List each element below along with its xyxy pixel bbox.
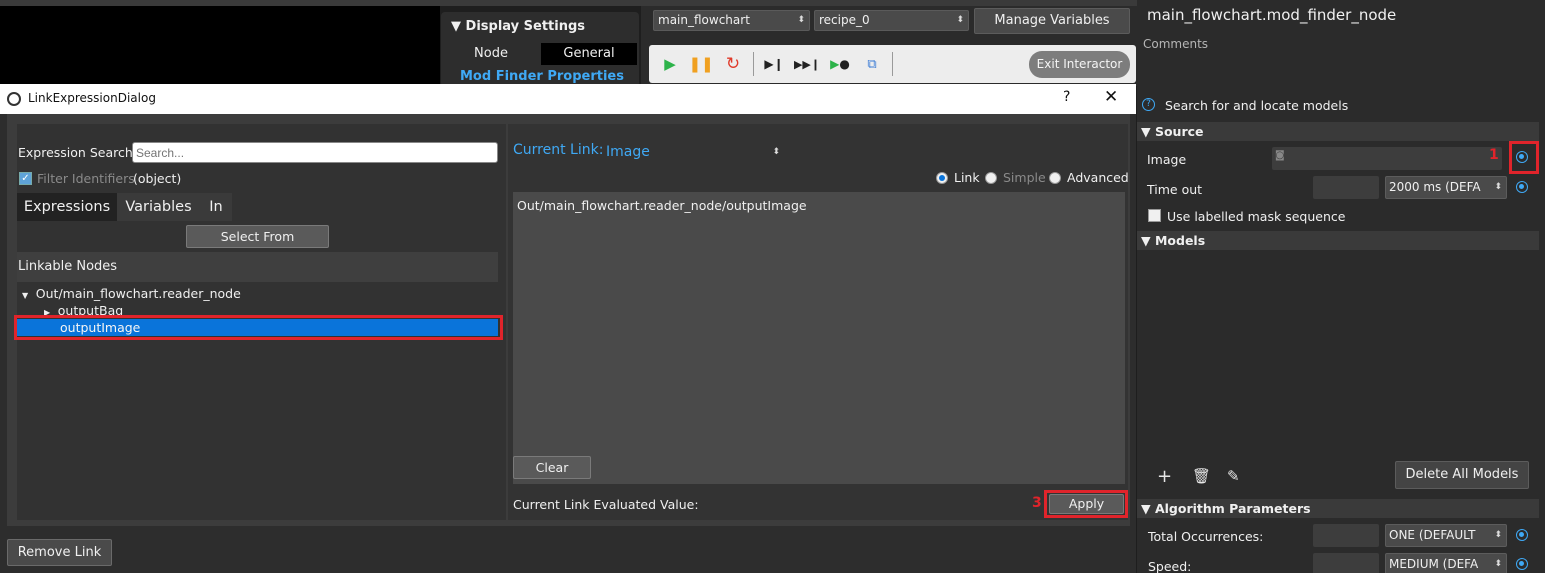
display-settings-title[interactable]: ▼ Display Settings <box>451 19 585 34</box>
display-settings-panel: ▼ Display Settings Node General Mod Find… <box>441 12 639 87</box>
mode-simple-radio[interactable] <box>985 172 997 184</box>
speed-input[interactable] <box>1313 553 1379 573</box>
flowchart-select[interactable]: main_flowchart ⬍ <box>653 10 810 31</box>
timeout-label: Time out <box>1147 182 1203 197</box>
collapse-arrow-icon: ▼ <box>1141 233 1155 248</box>
source-section-header[interactable]: ▼ Source <box>1137 122 1539 141</box>
close-icon[interactable]: ✕ <box>1104 87 1118 107</box>
tab-general[interactable]: General <box>541 43 637 65</box>
current-link-select[interactable]: Image ⬍ <box>606 141 786 163</box>
pause-icon[interactable]: ❚❚ <box>688 53 713 75</box>
link-icon[interactable] <box>1516 529 1528 541</box>
total-occurrences-label: Total Occurrences: <box>1148 529 1264 544</box>
step-into-icon[interactable]: ⧉ <box>861 53 883 75</box>
step-icon[interactable]: ▶❙ <box>763 53 785 75</box>
clear-button[interactable]: Clear <box>513 456 591 479</box>
updown-arrow-icon: ⬍ <box>1494 182 1502 192</box>
annotation-number: 3 <box>1032 495 1042 511</box>
mode-advanced-radio[interactable] <box>1049 172 1061 184</box>
dialog-titlebar[interactable]: LinkExpressionDialog ? ✕ <box>0 84 1136 114</box>
manage-variables-button[interactable]: Manage Variables <box>974 8 1130 34</box>
dialog-title: LinkExpressionDialog <box>28 91 156 105</box>
comments-label[interactable]: Comments <box>1143 37 1208 51</box>
occurrences-select[interactable]: ONE (DEFAULT ⬍ <box>1385 524 1507 547</box>
filter-type-label: (object) <box>133 171 182 186</box>
mode-link-radio[interactable] <box>936 172 948 184</box>
updown-arrow-icon: ⬍ <box>1494 530 1502 540</box>
mode-simple-label: Simple <box>1003 170 1046 185</box>
play-icon[interactable]: ▶ <box>659 53 681 75</box>
remove-link-button[interactable]: Remove Link <box>7 539 112 566</box>
filter-identifiers-checkbox[interactable]: ✓ <box>19 172 32 185</box>
updown-arrow-icon: ⬍ <box>772 147 780 157</box>
collapse-arrow-icon: ▼ <box>451 19 466 34</box>
highlight-box <box>14 315 503 340</box>
link-icon[interactable] <box>1516 181 1528 193</box>
updown-arrow-icon: ⬍ <box>797 15 805 25</box>
help-icon[interactable]: ? <box>1142 98 1155 111</box>
current-link-label: Current Link: <box>513 142 604 158</box>
fast-forward-icon[interactable]: ▶▶❙ <box>794 53 820 75</box>
delete-all-models-button[interactable]: Delete All Models <box>1395 461 1529 489</box>
camera-icon: ◙ <box>1275 150 1285 161</box>
mod-finder-properties-label: Mod Finder Properties <box>460 69 624 84</box>
linkable-nodes-header: Linkable Nodes <box>17 252 498 282</box>
help-button[interactable]: ? <box>1063 89 1070 105</box>
reset-icon[interactable]: ↻ <box>722 53 744 75</box>
select-from-flowchart-button[interactable]: Select From Flowchart... <box>186 225 329 265</box>
link-expression-dialog: LinkExpressionDialog ? ✕ Expression Sear… <box>0 84 1136 573</box>
annotation-number: 1 <box>1489 147 1499 163</box>
link-icon[interactable] <box>1516 151 1528 163</box>
filter-identifiers-label: Filter Identifiers <box>37 171 135 186</box>
app-icon <box>7 92 21 106</box>
speed-select[interactable]: MEDIUM (DEFA ⬍ <box>1385 553 1507 573</box>
timeout-input[interactable] <box>1313 176 1379 199</box>
image-label: Image <box>1147 152 1187 167</box>
tab-expressions[interactable]: Expressions <box>17 193 117 221</box>
occurrences-input[interactable] <box>1313 524 1379 547</box>
timeout-select[interactable]: 2000 ms (DEFA ⬍ <box>1385 176 1507 199</box>
collapse-arrow-icon: ▼ <box>1141 501 1155 516</box>
run-to-icon[interactable]: ▶ ● <box>829 53 851 75</box>
pencil-icon[interactable]: ✎ <box>1227 467 1240 485</box>
tree-item-reader-node[interactable]: ▼ Out/main_flowchart.reader_node <box>22 286 241 301</box>
add-icon[interactable]: + <box>1157 466 1172 487</box>
mode-link-label: Link <box>954 170 980 185</box>
node-title: main_flowchart.mod_finder_node <box>1147 6 1397 24</box>
tab-variables[interactable]: Variables <box>117 193 200 221</box>
labelled-mask-label: Use labelled mask sequence <box>1167 209 1346 224</box>
expression-search-input[interactable] <box>132 142 498 163</box>
expression-text: Out/main_flowchart.reader_node/outputIma… <box>517 198 807 213</box>
mode-advanced-label: Advanced <box>1067 170 1129 185</box>
tab-node[interactable]: Node <box>441 43 541 65</box>
expression-search-label: Expression Search: <box>18 145 137 160</box>
tab-in[interactable]: In <box>200 193 232 221</box>
image-field[interactable]: ◙ <box>1272 147 1502 170</box>
apply-button[interactable]: Apply <box>1049 494 1124 514</box>
models-section-header[interactable]: ▼ Models <box>1137 231 1539 250</box>
expand-arrow-icon[interactable]: ▼ <box>22 291 36 300</box>
canvas-area <box>0 6 440 86</box>
updown-arrow-icon: ⬍ <box>1494 559 1502 569</box>
evaluated-value-label: Current Link Evaluated Value: <box>513 497 699 512</box>
link-icon[interactable] <box>1516 558 1528 570</box>
recipe-select[interactable]: recipe_0 ⬍ <box>814 10 969 31</box>
expression-browser: Expression Search: ✓ Filter Identifiers … <box>14 124 524 520</box>
node-description: Search for and locate models <box>1165 98 1349 113</box>
trash-icon[interactable]: 🗑 <box>1192 467 1211 485</box>
properties-panel: main_flowchart.mod_finder_node Comments … <box>1137 0 1545 573</box>
dialog-body: Expression Search: ✓ Filter Identifiers … <box>7 114 1130 526</box>
expression-editor[interactable]: Out/main_flowchart.reader_node/outputIma… <box>513 192 1125 484</box>
updown-arrow-icon: ⬍ <box>956 15 964 25</box>
toolbar-separator <box>892 52 893 76</box>
exit-interactor-button[interactable]: Exit Interactor <box>1029 51 1130 78</box>
labelled-mask-checkbox[interactable] <box>1148 209 1161 222</box>
toolbar-separator <box>753 52 754 76</box>
collapse-arrow-icon: ▼ <box>1141 124 1155 139</box>
link-editor: Current Link: Image ⬍ Link Simple Advance… <box>508 124 1129 520</box>
speed-label: Speed: <box>1148 559 1192 573</box>
algorithm-section-header[interactable]: ▼ Algorithm Parameters <box>1137 499 1539 518</box>
